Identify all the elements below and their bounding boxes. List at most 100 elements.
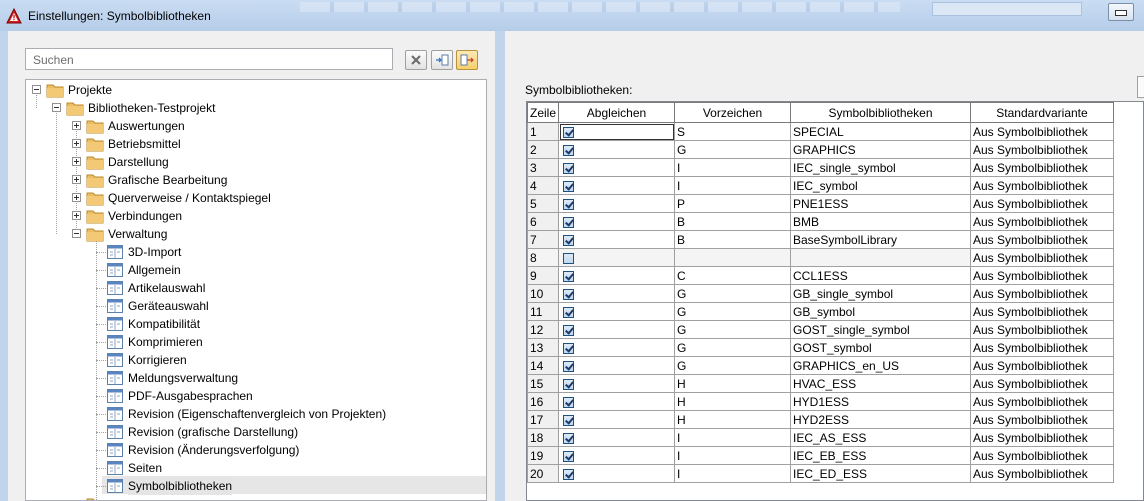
column-header-abgleichen[interactable]: Abgleichen [558, 102, 675, 123]
collapse-node-icon[interactable] [52, 103, 61, 112]
cell-symbolbibliothek[interactable]: GB_single_symbol [790, 284, 971, 303]
abgleichen-checkbox[interactable] [563, 198, 574, 210]
tree-folder-item[interactable]: Auswertungen [26, 117, 486, 135]
options-button[interactable] [1137, 76, 1144, 98]
cell-vorzeichen[interactable]: P [674, 194, 791, 213]
table-row[interactable]: 16 H HYD1ESS Aus Symbolbibliothek [527, 392, 1114, 411]
abgleichen-checkbox[interactable] [563, 144, 574, 156]
column-header-vorzeichen[interactable]: Vorzeichen [674, 102, 791, 123]
search-input[interactable]: Suchen [25, 48, 393, 70]
cell-symbolbibliothek[interactable]: HYD1ESS [790, 392, 971, 411]
abgleichen-checkbox[interactable] [563, 306, 574, 318]
table-row[interactable]: 7 B BaseSymbolLibrary Aus Symbolbibliothek [527, 230, 1114, 249]
cell-vorzeichen[interactable]: G [674, 356, 791, 375]
cell-standardvariante[interactable]: Aus Symbolbibliothek [970, 392, 1114, 411]
cell-symbolbibliothek[interactable]: IEC_AS_ESS [790, 428, 971, 447]
cell-vorzeichen[interactable]: B [674, 230, 791, 249]
expand-node-icon[interactable] [72, 193, 81, 202]
table-row[interactable]: 8 Aus Symbolbibliothek [527, 248, 1114, 267]
cell-standardvariante[interactable]: Aus Symbolbibliothek [970, 212, 1114, 231]
cell-standardvariante[interactable]: Aus Symbolbibliothek [970, 338, 1114, 357]
cell-symbolbibliothek[interactable]: IEC_EB_ESS [790, 446, 971, 465]
abgleichen-checkbox[interactable] [563, 396, 574, 408]
symbol-library-table[interactable]: Zeile Abgleichen Vorzeichen Symbolbiblio… [526, 101, 1144, 501]
cell-vorzeichen[interactable] [674, 248, 791, 267]
table-row[interactable]: 13 G GOST_symbol Aus Symbolbibliothek [527, 338, 1114, 357]
cell-standardvariante[interactable]: Aus Symbolbibliothek [970, 158, 1114, 177]
cell-symbolbibliothek[interactable]: IEC_single_symbol [790, 158, 971, 177]
table-row[interactable]: 17 H HYD2ESS Aus Symbolbibliothek [527, 410, 1114, 429]
column-header-standardvariante[interactable]: Standardvariante [970, 102, 1114, 123]
column-header-zeile[interactable]: Zeile [527, 102, 559, 123]
cell-symbolbibliothek[interactable]: PNE1ESS [790, 194, 971, 213]
table-row[interactable]: 19 I IEC_EB_ESS Aus Symbolbibliothek [527, 446, 1114, 465]
abgleichen-checkbox[interactable] [563, 324, 574, 336]
abgleichen-checkbox[interactable] [563, 270, 574, 282]
table-row[interactable]: 1 S SPECIAL Aus Symbolbibliothek [527, 122, 1114, 141]
abgleichen-checkbox[interactable] [563, 252, 574, 264]
cell-symbolbibliothek[interactable]: IEC_symbol [790, 176, 971, 195]
cell-vorzeichen[interactable]: G [674, 140, 791, 159]
abgleichen-checkbox[interactable] [563, 234, 574, 246]
table-row[interactable]: 2 G GRAPHICS Aus Symbolbibliothek [527, 140, 1114, 159]
cell-standardvariante[interactable]: Aus Symbolbibliothek [970, 302, 1114, 321]
clear-filter-button[interactable] [405, 50, 427, 70]
cell-vorzeichen[interactable]: G [674, 338, 791, 357]
tree-page-item[interactable]: Revision (Eigenschaftenvergleich von Pro… [26, 405, 486, 423]
cell-vorzeichen[interactable]: C [674, 266, 791, 285]
cell-vorzeichen[interactable]: G [674, 302, 791, 321]
cell-vorzeichen[interactable]: G [674, 320, 791, 339]
tree-page-item[interactable]: Meldungsverwaltung [26, 369, 486, 387]
tree-page-item[interactable]: Komprimieren [26, 333, 486, 351]
cell-vorzeichen[interactable]: I [674, 158, 791, 177]
table-row[interactable]: 20 I IEC_ED_ESS Aus Symbolbibliothek [527, 464, 1114, 483]
table-row[interactable]: 12 G GOST_single_symbol Aus Symbolbibliothe… [527, 320, 1114, 339]
cell-symbolbibliothek[interactable]: GRAPHICS_en_US [790, 356, 971, 375]
expand-node-icon[interactable] [72, 175, 81, 184]
panel-splitter[interactable] [495, 31, 505, 501]
tree-folder-item[interactable]: Verbindungen [26, 207, 486, 225]
expand-node-icon[interactable] [72, 157, 81, 166]
minimize-button[interactable] [1108, 3, 1134, 21]
cell-vorzeichen[interactable]: H [674, 374, 791, 393]
cell-vorzeichen[interactable]: I [674, 428, 791, 447]
table-row[interactable]: 11 G GB_symbol Aus Symbolbibliothek [527, 302, 1114, 321]
cell-symbolbibliothek[interactable]: HVAC_ESS [790, 374, 971, 393]
cell-standardvariante[interactable]: Aus Symbolbibliothek [970, 428, 1114, 447]
cell-standardvariante[interactable]: Aus Symbolbibliothek [970, 176, 1114, 195]
cell-vorzeichen[interactable]: I [674, 176, 791, 195]
cell-symbolbibliothek[interactable]: BaseSymbolLibrary [790, 230, 971, 249]
tree-folder-item[interactable]: Querverweise / Kontaktspiegel [26, 189, 486, 207]
cell-vorzeichen[interactable]: G [674, 284, 791, 303]
cell-symbolbibliothek[interactable]: SPECIAL [790, 122, 971, 141]
abgleichen-checkbox[interactable] [563, 216, 574, 228]
abgleichen-checkbox[interactable] [563, 288, 574, 300]
tree-page-item[interactable]: Symbolbibliotheken [26, 477, 486, 495]
abgleichen-checkbox[interactable] [563, 342, 574, 354]
cell-symbolbibliothek[interactable] [790, 248, 971, 267]
cell-vorzeichen[interactable]: H [674, 392, 791, 411]
tree-page-item[interactable]: Artikelauswahl [26, 279, 486, 297]
abgleichen-checkbox[interactable] [563, 180, 574, 192]
cell-symbolbibliothek[interactable]: GB_symbol [790, 302, 971, 321]
table-row[interactable]: 9 C CCL1ESS Aus Symbolbibliothek [527, 266, 1114, 285]
tree-folder-item[interactable]: Verwaltung [26, 225, 486, 243]
cell-standardvariante[interactable]: Aus Symbolbibliothek [970, 464, 1114, 483]
cell-symbolbibliothek[interactable]: GOST_symbol [790, 338, 971, 357]
tree-folder-item[interactable]: Projekte [26, 81, 486, 99]
tree-folder-item[interactable]: Grafische Bearbeitung [26, 171, 486, 189]
cell-standardvariante[interactable]: Aus Symbolbibliothek [970, 320, 1114, 339]
settings-tree[interactable]: Projekte Bibliotheken-Testprojekt Auswertu… [25, 79, 487, 501]
table-row[interactable]: 10 G GB_single_symbol Aus Symbolbibliothek [527, 284, 1114, 303]
cell-standardvariante[interactable]: Aus Symbolbibliothek [970, 230, 1114, 249]
tree-folder-item[interactable]: Bibliotheken-Testprojekt [26, 99, 486, 117]
cell-symbolbibliothek[interactable]: CCL1ESS [790, 266, 971, 285]
abgleichen-checkbox[interactable] [563, 450, 574, 462]
abgleichen-checkbox[interactable] [563, 162, 574, 174]
tree-page-item[interactable]: Korrigieren [26, 351, 486, 369]
tree-page-item[interactable]: Geräteauswahl [26, 297, 486, 315]
cell-symbolbibliothek[interactable]: GOST_single_symbol [790, 320, 971, 339]
collapse-node-icon[interactable] [32, 85, 41, 94]
tree-page-item[interactable]: Allgemein [26, 261, 486, 279]
cell-symbolbibliothek[interactable]: IEC_ED_ESS [790, 464, 971, 483]
